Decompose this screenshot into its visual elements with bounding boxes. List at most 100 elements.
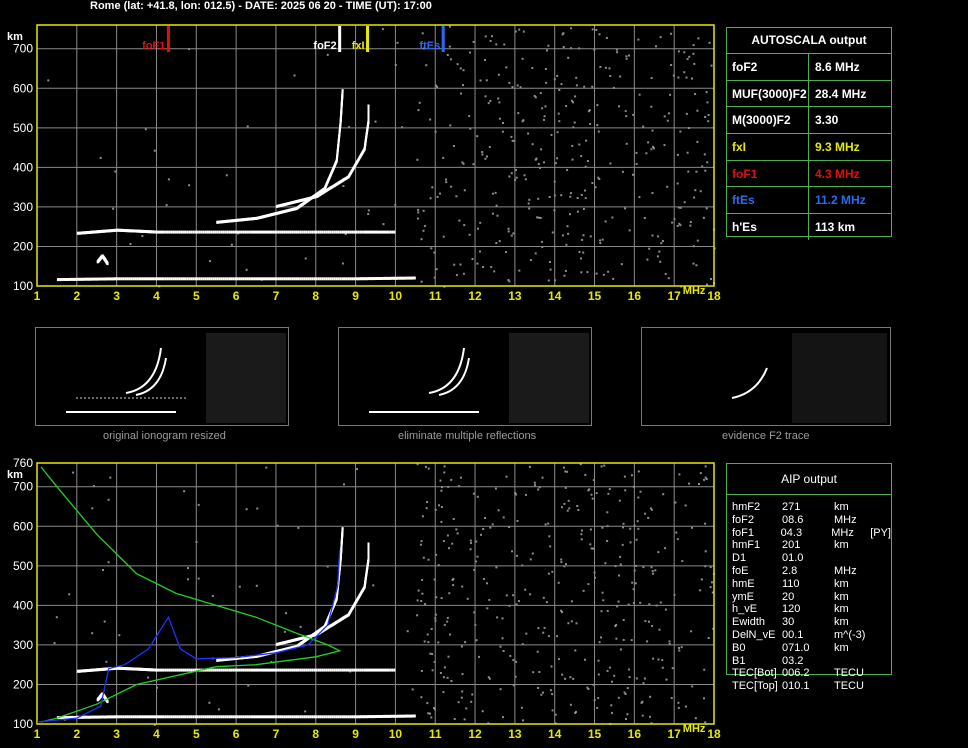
noise-dot [608,666,611,669]
noise-dot [529,593,532,596]
x-tick-label: 8 [312,289,319,303]
echo-point [250,715,253,719]
echo-point [295,277,298,281]
echo-point [331,668,334,672]
noise-dot [505,594,508,597]
noise-dot [470,542,472,545]
echo-point [122,715,125,719]
noise-dot [580,155,583,158]
noise-dot [542,596,545,599]
noise-dot [502,716,504,719]
noise-dot [647,141,650,144]
noise-dot [572,677,575,680]
echo-point [232,668,235,672]
x-tick-label: 15 [588,727,602,741]
noise-dot [420,540,423,543]
echo-point [307,668,310,672]
noise-dot [635,163,638,166]
noise-dot [575,84,578,87]
echo-point [178,230,181,234]
noise-dot [598,33,601,36]
echo-point [274,668,276,672]
echo-point [224,277,227,281]
marker-fxi-label: fxI [352,40,365,52]
aip-cell: MHz [831,526,854,539]
echo-point [224,230,227,234]
noise-dot [245,268,248,271]
echo-point [156,668,159,672]
echo-point [327,715,330,719]
aip-cell: km [834,501,849,513]
noise-dot [188,184,191,187]
noise-dot [341,262,344,265]
echo-point [291,715,294,719]
noise-dot [584,473,587,476]
noise-dot [617,696,620,699]
echo-point [158,715,161,719]
noise-dot [531,67,534,69]
noise-dot [499,688,502,691]
echo-point [272,230,274,234]
aip-cell: 08.6 [782,513,804,526]
noise-dot [619,555,622,558]
noise-dot [628,54,630,57]
echo-point [325,715,328,719]
noise-dot [516,520,519,522]
noise-dot [546,49,548,52]
aip-cell: foE [732,564,749,577]
noise-dot [522,719,524,722]
noise-dot [531,143,534,146]
echo-point [254,668,256,672]
noise-dot [482,528,485,530]
echo-point [166,715,169,719]
autoscala-key: foF2 [727,54,809,80]
noise-dot [599,65,602,68]
noise-dot [679,130,682,133]
noise-dot [564,470,567,473]
noise-dot [491,212,494,215]
echo-point [283,715,286,719]
echo-point [353,277,356,281]
echo-point [158,277,161,281]
noise-dot [438,504,440,507]
echo-point [228,715,231,719]
noise-dot [550,133,553,136]
echo-point [277,668,280,672]
noise-dot [417,109,420,112]
noise-dot [491,192,494,195]
echo-point [176,230,179,234]
echo-point [250,230,253,234]
echo-point [270,668,272,672]
noise-dot [512,594,515,597]
echo-point [371,668,374,672]
aip-cell: B0 [732,641,746,654]
echo-point [224,668,227,672]
x-tick-label: 5 [193,727,200,741]
noise-dot [669,93,672,96]
noise-dot [678,649,681,652]
noise-dot [609,75,612,77]
echo-point [198,715,201,719]
echo-point [192,715,195,719]
aip-cell: TECU [834,667,864,680]
x-tick-label: 12 [468,289,482,303]
echo-point [174,715,177,719]
echo-point [158,668,161,672]
echo-point [254,277,256,281]
noise-dot [635,151,638,154]
echo-point [188,277,191,281]
echo-point [279,715,282,719]
aip-cell: D1 [732,552,747,565]
echo-point [279,277,282,281]
noise-dot [629,527,632,530]
noise-dot [569,676,572,679]
noise-dot [528,207,531,210]
echo-point [268,715,270,719]
echo-point [369,668,372,672]
noise-dot [367,213,370,215]
echo-point [262,277,264,281]
noise-dot [512,659,515,662]
noise-dot [528,198,531,201]
noise-dot [446,616,449,619]
echo-point [238,230,241,234]
